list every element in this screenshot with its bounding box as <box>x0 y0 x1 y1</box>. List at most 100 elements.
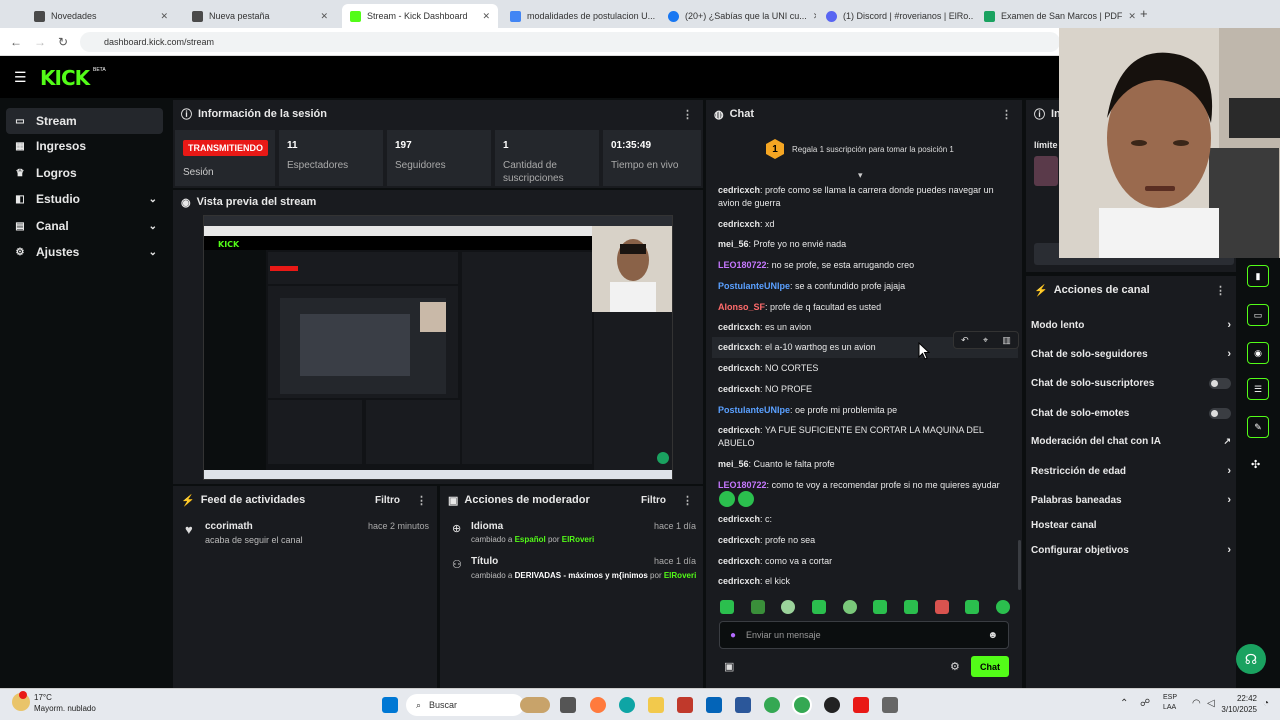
action-configure-goals[interactable]: Configurar objetivos › <box>1031 540 1231 560</box>
chat-input[interactable]: ● Enviar un mensaje ☻ <box>719 621 1009 649</box>
sidebar-item-canal[interactable]: ▤ Canal ⌄ <box>6 213 163 239</box>
emote-icon[interactable] <box>873 600 888 614</box>
clock[interactable]: 22:42 3/10/2025 <box>1221 693 1257 715</box>
kebab-icon[interactable]: ⋮ <box>1001 108 1012 121</box>
action-host-channel[interactable]: Hostear canal <box>1031 515 1231 535</box>
browser-tab[interactable]: Novedades ✕ <box>26 4 176 28</box>
word-icon[interactable] <box>735 697 751 713</box>
browser-tab[interactable]: Examen de San Marcos | PDF ✕ <box>976 4 1136 28</box>
toggle-switch[interactable] <box>1209 377 1231 389</box>
kebab-icon[interactable]: ⋮ <box>416 494 427 507</box>
emote-icon[interactable] <box>965 600 980 614</box>
kick-logo[interactable]: KICK <box>40 66 90 90</box>
collapse-icon[interactable]: ▾ <box>858 170 863 181</box>
list-icon[interactable]: ☰ <box>1247 378 1269 400</box>
panel-toggle-icon[interactable]: ▮ <box>1247 265 1269 287</box>
close-icon[interactable]: ✕ <box>160 11 168 22</box>
kebab-icon[interactable]: ⋮ <box>682 494 693 507</box>
chat-toggle-icon[interactable]: ▭ <box>1247 304 1269 326</box>
help-icon[interactable]: ☊ <box>1236 644 1266 674</box>
chevron-up-icon[interactable]: ⌃ <box>1120 698 1128 709</box>
thumbnail-image <box>1034 156 1058 186</box>
notifications-icon[interactable]: ◔ <box>1263 698 1269 709</box>
input-language[interactable]: ESP LAA <box>1163 693 1177 713</box>
action-slow-mode[interactable]: Modo lento › <box>1031 315 1231 335</box>
windows-start-icon[interactable] <box>382 697 398 713</box>
chat-send-button[interactable]: Chat <box>971 656 1009 677</box>
file-explorer-icon[interactable] <box>648 697 664 713</box>
close-icon[interactable]: ✕ <box>482 11 490 22</box>
sub-goal-banner[interactable]: 1 Regala 1 suscripción para tomar la pos… <box>706 130 1022 168</box>
emote-icon[interactable] <box>811 600 826 614</box>
menu-icon[interactable]: ☰ <box>14 69 27 86</box>
wifi-icon[interactable]: ◠ <box>1192 698 1201 709</box>
reload-icon[interactable]: ↻ <box>58 35 68 49</box>
broadcast-icon[interactable]: ◉ <box>1247 342 1269 364</box>
action-emotes-only[interactable]: Chat de solo-emotes <box>1031 403 1231 423</box>
kebab-icon[interactable]: ⋮ <box>1215 284 1226 297</box>
action-subscribers-only[interactable]: Chat de solo-suscriptores <box>1031 373 1231 393</box>
volume-icon[interactable]: ◁ <box>1207 698 1215 709</box>
action-ai-moderation[interactable]: Moderación del chat con IA ↗ <box>1031 431 1231 451</box>
task-view-icon[interactable] <box>560 697 576 713</box>
browser-tab[interactable]: modalidades de postulacion U...✕ <box>502 4 658 28</box>
browser-tab[interactable]: (20+) ¿Sabías que la UNI cu...✕ <box>660 4 816 28</box>
gift-icon[interactable]: ▣ <box>724 660 734 673</box>
taskbar-search[interactable]: ⌕ Buscar <box>406 694 524 716</box>
chrome-icon[interactable] <box>764 697 780 713</box>
emoji-icon[interactable]: ☻ <box>987 630 998 641</box>
layout-icon[interactable]: ✣ <box>1251 458 1260 471</box>
sidebar-item-logros[interactable]: ♛ Logros <box>6 160 163 186</box>
session-info-panel: ⓘ Información de la sesión ⋮ TRANSMITIEN… <box>173 100 703 188</box>
delete-icon[interactable]: ▥ <box>1002 335 1011 346</box>
emote-icon[interactable] <box>750 600 765 614</box>
stream-preview-video[interactable]: KICK <box>203 215 673 480</box>
panel-title: Chat <box>729 108 755 120</box>
sidebar-item-ajustes[interactable]: ⚙ Ajustes ⌄ <box>6 239 163 265</box>
wrench-icon[interactable]: ✎ <box>1247 416 1269 438</box>
outlook-icon[interactable] <box>706 697 722 713</box>
emote-icon[interactable] <box>842 600 857 614</box>
back-icon[interactable]: ← <box>10 35 22 49</box>
reply-icon[interactable]: ↶ <box>961 335 969 346</box>
filter-button[interactable]: Filtro <box>641 495 666 506</box>
microphone-icon[interactable]: ● <box>730 630 736 641</box>
browser-tab[interactable]: (1) Discord | #roverianos | ElRo...✕ <box>818 4 974 28</box>
kebab-icon[interactable]: ⋮ <box>682 108 693 121</box>
copilot-icon[interactable] <box>590 697 606 713</box>
bluetooth-icon[interactable]: ☍ <box>1140 698 1150 709</box>
chat-scrollbar[interactable] <box>1018 540 1021 590</box>
action-banned-words[interactable]: Palabras baneadas › <box>1031 490 1231 510</box>
recorder-icon[interactable] <box>853 697 869 713</box>
emote-icon[interactable] <box>781 600 796 614</box>
emote-icon[interactable] <box>720 600 734 614</box>
new-tab-icon[interactable]: + <box>1140 6 1148 21</box>
close-icon[interactable]: ✕ <box>813 11 816 22</box>
emote-icon[interactable] <box>995 600 1010 614</box>
edge-icon[interactable] <box>619 697 635 713</box>
gear-icon[interactable]: ⚙ <box>950 660 960 673</box>
browser-tab-active[interactable]: Stream - Kick Dashboard ✕ <box>342 4 498 28</box>
obs-icon[interactable] <box>824 697 840 713</box>
action-followers-only[interactable]: Chat de solo-seguidores › <box>1031 344 1231 364</box>
search-highlight-image[interactable] <box>520 697 550 713</box>
action-age-restriction[interactable]: Restricción de edad › <box>1031 461 1231 481</box>
toggle-switch[interactable] <box>1209 407 1231 419</box>
sidebar-item-estudio[interactable]: ◧ Estudio ⌄ <box>6 186 163 212</box>
url-field[interactable]: dashboard.kick.com/stream <box>80 32 1060 52</box>
sidebar-item-stream[interactable]: ▭ Stream <box>6 108 163 134</box>
filter-button[interactable]: Filtro <box>375 495 400 506</box>
sidebar-item-ingresos[interactable]: ▦ Ingresos <box>6 133 163 159</box>
close-icon[interactable]: ✕ <box>1128 11 1136 22</box>
chat-message: PostulanteUNIpe: se a confundido profe j… <box>718 281 906 291</box>
emote-icon[interactable] <box>934 600 949 614</box>
close-icon[interactable]: ✕ <box>320 11 328 22</box>
activity-user[interactable]: ccorimath <box>205 521 253 532</box>
chrome-active-icon[interactable] <box>794 697 810 713</box>
forward-icon[interactable]: → <box>34 35 46 49</box>
browser-tab[interactable]: Nueva pestaña ✕ <box>184 4 336 28</box>
snip-icon[interactable] <box>882 697 898 713</box>
emote-icon[interactable] <box>903 600 918 614</box>
pin-icon[interactable]: ⌖ <box>983 335 988 346</box>
app-icon[interactable] <box>677 697 693 713</box>
